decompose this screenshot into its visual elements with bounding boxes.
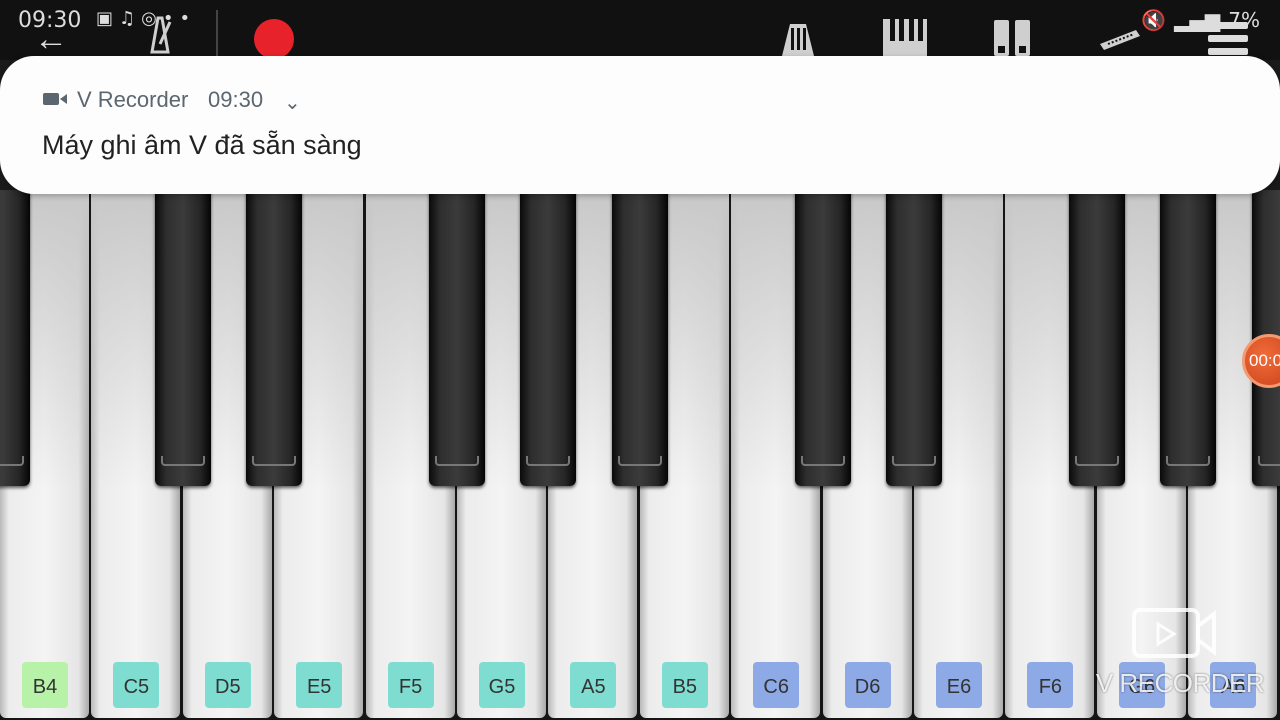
- piano-black-key[interactable]: [611, 190, 668, 486]
- note-label: E6: [936, 662, 982, 708]
- keyboard-icon[interactable]: [1098, 26, 1142, 52]
- watermark-logo: V RECORDER: [1090, 606, 1270, 706]
- note-label: D6: [844, 662, 891, 708]
- notification-time: 09:30: [208, 87, 264, 112]
- piano-black-key[interactable]: [1160, 190, 1217, 486]
- note-label: C6: [753, 662, 800, 708]
- piano-black-key[interactable]: [1068, 190, 1125, 486]
- notification-app-name: V Recorder: [77, 87, 189, 112]
- note-label: F5: [387, 662, 434, 708]
- piano-black-key[interactable]: [246, 190, 303, 486]
- note-label: G5: [479, 662, 525, 708]
- piano-black-key[interactable]: [0, 190, 30, 486]
- record-button[interactable]: [254, 19, 294, 59]
- keys-icon[interactable]: [882, 18, 928, 58]
- note-label: B4: [22, 662, 68, 708]
- chevron-down-icon[interactable]: ⌄: [284, 90, 301, 115]
- piano-black-key[interactable]: [794, 190, 851, 486]
- notification-card[interactable]: [0, 56, 1280, 194]
- sustain-pedal-icon[interactable]: [776, 18, 820, 58]
- note-label: A5: [570, 662, 617, 708]
- mute-icon: 🔇: [1141, 8, 1167, 32]
- piano-black-key[interactable]: [886, 190, 942, 486]
- toolbar-divider: [216, 10, 218, 56]
- piano-black-key[interactable]: [154, 190, 211, 486]
- video-camera-icon: [43, 93, 67, 105]
- recorder-camera-icon: [1132, 608, 1216, 658]
- watermark-text: V RECORDER: [1095, 668, 1265, 698]
- metronome-icon[interactable]: [140, 14, 180, 54]
- music-icon: ♫: [119, 8, 142, 29]
- piano-black-key[interactable]: [520, 190, 577, 486]
- note-label: F6: [1027, 662, 1074, 708]
- split-keyboard-icon[interactable]: [992, 18, 1032, 58]
- back-icon[interactable]: ←: [34, 22, 68, 56]
- note-label: B5: [661, 662, 708, 708]
- piano-keyboard: B4 C5 D5 E5 F5 G5 A5 B5 C6 D6 E6 F6 G6 A6: [0, 190, 1280, 720]
- notification-message: Máy ghi âm V đã sẵn sàng: [42, 130, 362, 160]
- video-icon: ▣: [96, 8, 120, 29]
- top-toolbar: 09:30 ▣♫◎•• 🔇 ▂▄▆ 7% ←: [0, 0, 1280, 60]
- note-label: D5: [204, 662, 251, 708]
- note-label: C5: [113, 662, 160, 708]
- piano-black-key[interactable]: [429, 190, 485, 486]
- menu-icon[interactable]: [1208, 22, 1248, 58]
- note-label: E5: [296, 662, 343, 708]
